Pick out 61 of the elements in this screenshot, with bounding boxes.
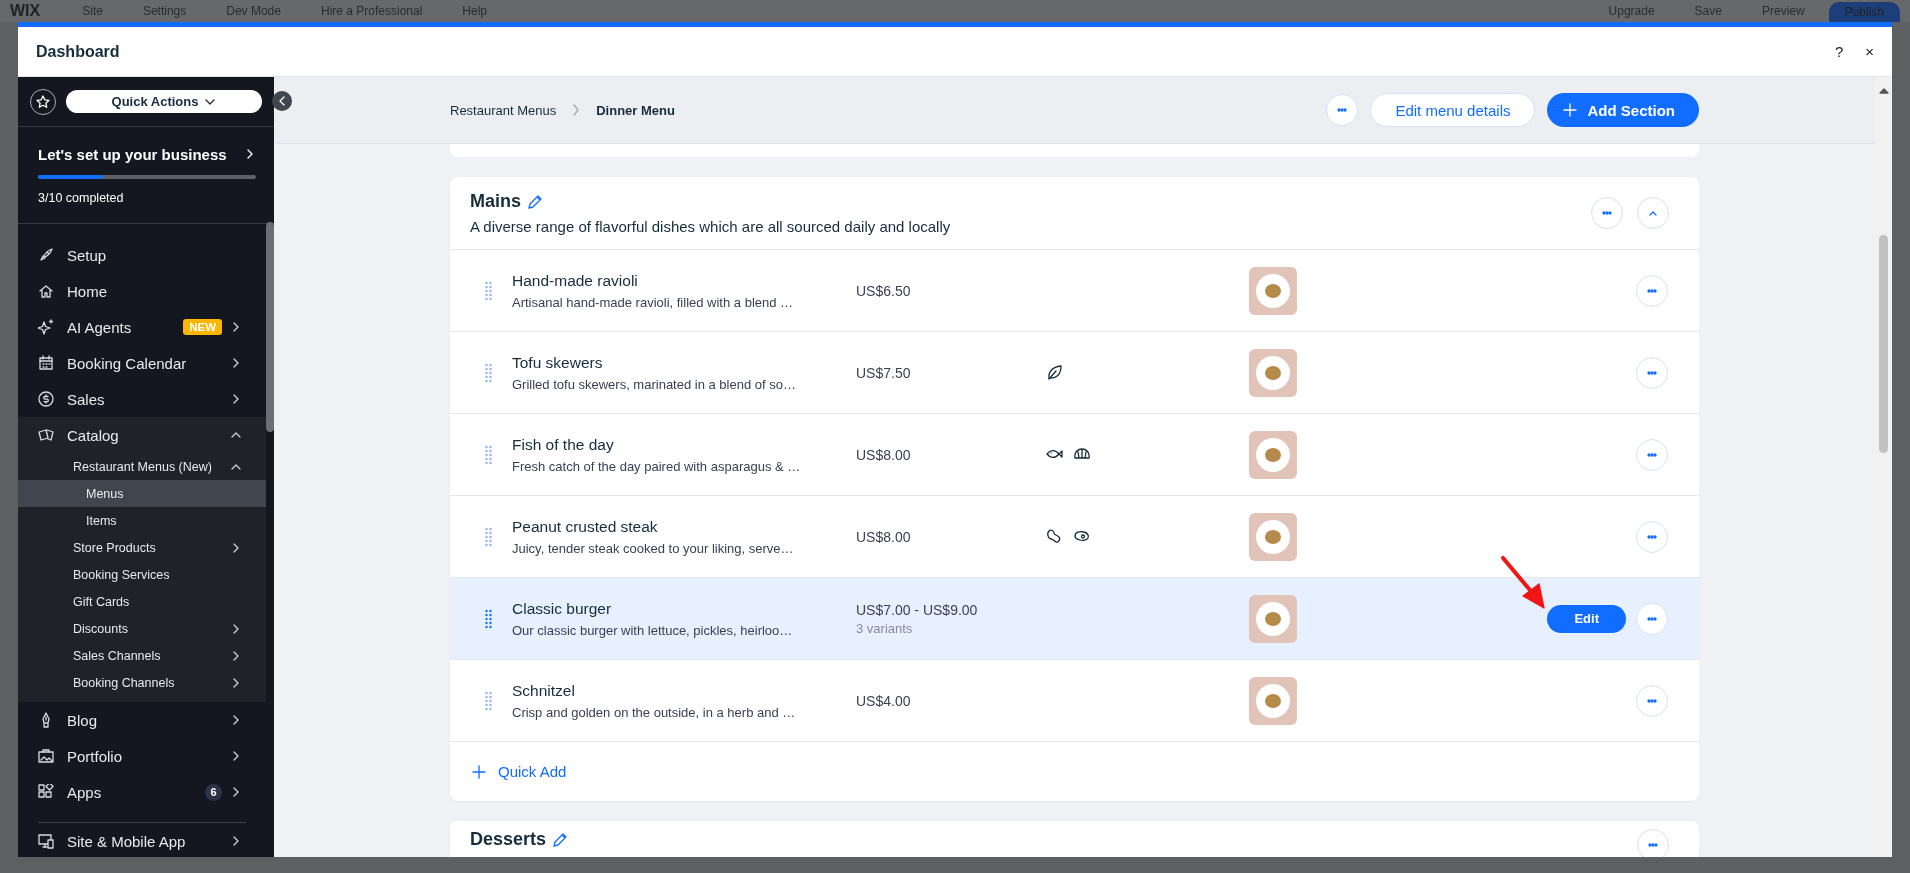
item-description: Fresh catch of the day paired with asparagus & …: [512, 458, 802, 474]
sidebar-subitem[interactable]: Gift Cards: [18, 588, 266, 615]
item-price: US$8.00: [856, 528, 912, 545]
item-description: Artisanal hand-made ravioli, filled with a blend …: [512, 294, 795, 310]
sidebar-item[interactable]: Booking Calendar: [18, 345, 266, 381]
sidebar-subitem[interactable]: Store Products: [18, 534, 266, 561]
sidebar-item[interactable]: Sales: [18, 381, 266, 417]
quick-actions-button[interactable]: Quick Actions: [66, 90, 262, 113]
sidebar-item[interactable]: Blog: [18, 702, 266, 738]
item-price: US$7.00 - US$9.00: [856, 601, 979, 618]
breadcrumb-item: Dinner Menu: [596, 102, 675, 118]
sidebar-item[interactable]: Setup: [18, 237, 266, 273]
sidebar-subitem[interactable]: Items: [18, 507, 266, 534]
section-title: Mains: [470, 191, 521, 212]
item-description: Grilled tofu skewers, marinated in a blend of so…: [512, 376, 797, 392]
item-name: Tofu skewers: [512, 353, 604, 372]
progress-text: 3/10 completed: [38, 190, 125, 205]
sidebar-item[interactable]: Portfolio: [18, 738, 266, 774]
help-button[interactable]: ?: [1834, 43, 1844, 60]
edit-menu-details-button[interactable]: Edit menu details: [1370, 93, 1536, 127]
menu-item-row[interactable]: Hand-made ravioli Artisanal hand-made ravioli, filled with a blend … US$6.50: [450, 250, 1699, 332]
menu-item-row[interactable]: Schnitzel Crisp and golden on the outside, in a herb and … US$4.00: [450, 660, 1699, 742]
item-description: Juicy, tender steak cooked to your liking, serve…: [512, 540, 795, 556]
item-description: Our classic burger with lettuce, pickles, heirloo…: [512, 622, 794, 638]
item-price: US$8.00: [856, 446, 912, 463]
sidebar-subitem[interactable]: Restaurant Menus (New): [18, 453, 266, 480]
sidebar-item[interactable]: Apps 6: [18, 774, 266, 810]
item-price: US$4.00: [856, 692, 912, 709]
menu-item-row[interactable]: Tofu skewers Grilled tofu skewers, marinated in a blend of so… US$7.50: [450, 332, 1699, 414]
sidebar-item[interactable]: Catalog: [18, 417, 266, 453]
item-name: Classic burger: [512, 599, 613, 618]
variants-count: 3 variants: [856, 620, 914, 636]
sidebar-subitem[interactable]: Booking Channels: [18, 669, 266, 696]
close-button[interactable]: ×: [1865, 43, 1874, 60]
item-price: US$7.50: [856, 364, 912, 381]
sidebar-subitem[interactable]: Booking Services: [18, 561, 266, 588]
edit-button[interactable]: Edit: [1547, 604, 1626, 633]
item-description: Crisp and golden on the outside, in a herb and …: [512, 704, 797, 720]
menu-item-row[interactable]: Fish of the day Fresh catch of the day paired with asparagus & … US$8.00: [450, 414, 1699, 496]
add-section-button[interactable]: Add Section: [1547, 93, 1699, 127]
item-name: Peanut crusted steak: [512, 517, 659, 536]
sidebar-item[interactable]: AI Agents NEW: [18, 309, 266, 345]
item-name: Fish of the day: [512, 435, 615, 454]
sidebar-item[interactable]: Home: [18, 273, 266, 309]
item-name: Schnitzel: [512, 681, 576, 700]
section-description: A diverse range of flavorful dishes which are all sourced daily and locally: [470, 218, 952, 235]
sidebar-item[interactable]: Site & Mobile App: [18, 823, 266, 857]
count-badge: 6: [205, 783, 222, 801]
section-title: Desserts: [470, 829, 547, 850]
sidebar-subitem[interactable]: Menus: [18, 480, 266, 507]
item-name: Hand-made ravioli: [512, 271, 639, 290]
quick-add-button[interactable]: Quick Add: [472, 763, 567, 780]
new-badge: NEW: [183, 319, 222, 335]
menu-item-row[interactable]: Classic burger Our classic burger with lettuce, pickles, heirloo… US$7.00 - US$9.00 3 variants Edit: [450, 578, 1699, 660]
sidebar-subitem[interactable]: Sales Channels: [18, 642, 266, 669]
setup-title[interactable]: Let's set up your business: [38, 145, 227, 163]
sidebar-subitem[interactable]: Discounts: [18, 615, 266, 642]
item-price: US$6.50: [856, 282, 912, 299]
window-title: Dashboard: [36, 42, 121, 61]
breadcrumb-item[interactable]: Restaurant Menus: [450, 102, 557, 118]
logo-text: WIX: [10, 2, 41, 20]
